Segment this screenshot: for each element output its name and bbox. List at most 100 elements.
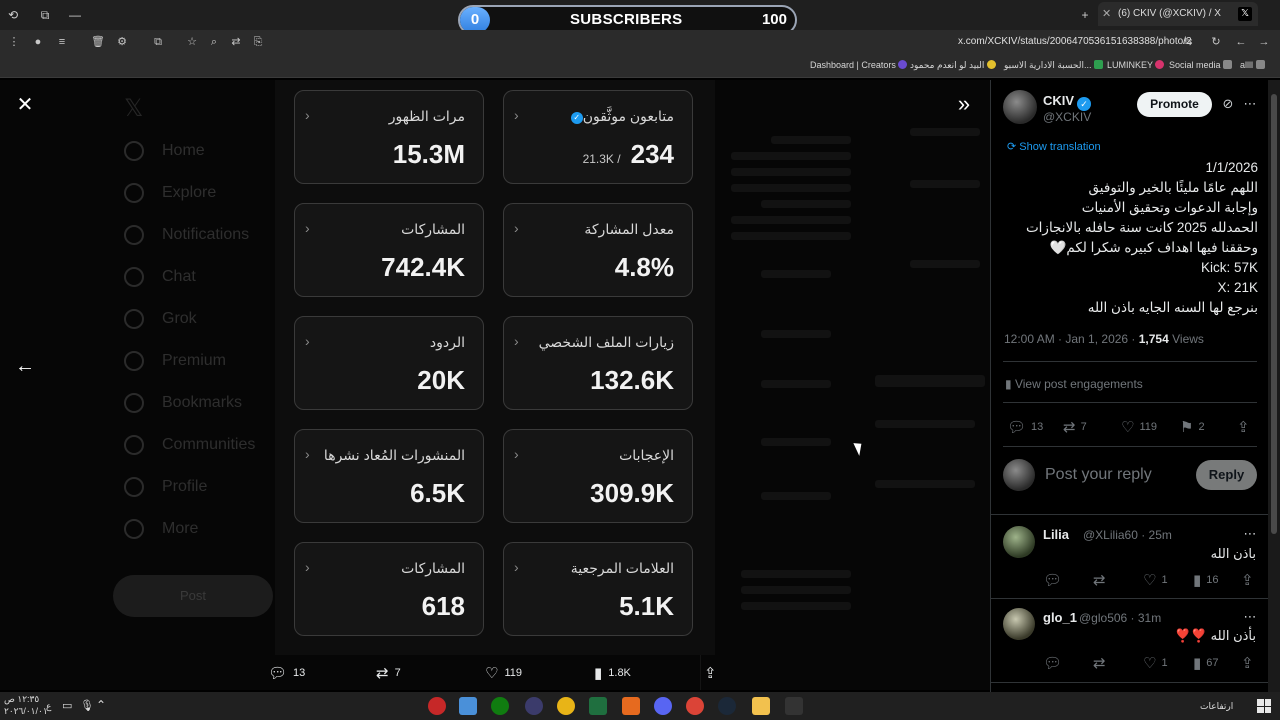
terminal-icon[interactable] [589,697,607,715]
share-icon[interactable]: ⧉ [150,34,166,50]
photo-views-button[interactable]: ▮ 1.8K [594,664,631,682]
like-button[interactable]: ♡ 119 [1121,418,1157,436]
reply-author-name[interactable]: glo_1 [1043,610,1077,625]
star-icon[interactable]: ☆ [184,34,200,50]
author-handle[interactable]: @XCKIV [1043,110,1091,124]
microphone-icon[interactable]: 🎙︎ [80,699,94,712]
photo-reply-button[interactable]: 💬︎ 13 [268,664,305,682]
show-translation-text: Show translation [1019,141,1101,153]
restore-icon[interactable]: ⧉ [36,6,54,24]
bookmark-label: Dashboard | Creators [810,60,896,70]
screenshot-icon[interactable]: ⎘ [250,34,266,50]
reply-author-name[interactable]: Lilia [1043,527,1069,542]
back-tab-icon[interactable]: ⟲ [4,6,22,24]
avatar[interactable] [1003,90,1037,124]
reply-author-handle[interactable]: @XLilia60 · 25m [1083,528,1172,542]
forward-icon[interactable]: → [1256,34,1272,50]
site-settings-icon[interactable]: ⇆ [1180,34,1196,50]
reply-repost-button[interactable]: ⇄ [1093,654,1111,672]
windows-start-icon[interactable] [1257,699,1271,713]
reply-avatar[interactable] [1003,608,1035,640]
stat-label: متابعون موثَّقون✓ [565,108,674,125]
reply-repost-button[interactable]: ⇄ [1093,571,1111,589]
show-translation-link[interactable]: ⟳ Show translation [1007,140,1101,153]
zoom-icon[interactable]: ⌕ [206,34,222,50]
bookmark-allll[interactable]: allll [1240,60,1268,70]
reply-submit-button[interactable]: Reply [1196,460,1257,490]
reload-icon[interactable]: ↻ [1208,34,1224,50]
steam-icon[interactable] [718,697,736,715]
reply-author-handle[interactable]: @glo506 · 31m [1079,611,1161,625]
reply-like-button[interactable]: ♡ 1 [1143,654,1168,672]
discord-icon[interactable] [654,697,672,715]
minimize-icon[interactable]: — [66,6,84,24]
taskbar-time[interactable]: ١٢:٣٥ ص [4,694,39,705]
share-button[interactable]: ⇪ [1237,418,1255,436]
reply-avatar[interactable] [1003,526,1035,558]
weather-widget[interactable]: ارتفاعات [1200,701,1233,712]
puzzle-icon[interactable]: ⚙ [114,34,130,50]
bookmark-dashboard[interactable]: Dashboard | Creators [810,60,910,70]
reply-input[interactable]: Post your reply [1045,466,1152,484]
bookmark-button[interactable]: ⚑ 2 [1180,418,1205,436]
reply-reply-button[interactable]: 💬︎ [1043,571,1067,589]
previous-photo-icon[interactable]: ← [14,355,36,377]
menu-dots-icon[interactable]: ⋮ [6,34,22,50]
photo-like-button[interactable]: ♡ 119 [485,664,522,682]
chrome-icon[interactable] [686,697,704,715]
file-explorer-icon[interactable] [752,697,770,715]
bookmark-social-media[interactable]: Social media [1169,60,1235,70]
promote-button[interactable]: Promote [1137,92,1212,117]
photo-repost-button[interactable]: ⇄ 7 [376,664,401,682]
app-icon-2[interactable] [459,697,477,715]
taskbar-language[interactable]: ع [46,701,51,712]
reply-views-button[interactable]: ▮ 16 [1193,571,1219,589]
author-name[interactable]: CKIV ✓ [1043,93,1092,111]
reply-button[interactable]: 💬︎ 13 [1007,418,1043,436]
taskbar-date[interactable]: ٢٠٢٦/٠١/٠١ [4,706,48,717]
bookmark-label: الحسبة الادارية الاسبو... [1004,60,1092,70]
collapse-panel-icon[interactable]: » [952,93,976,116]
translate-icon[interactable]: ⇄ [228,34,244,50]
browser-tab[interactable]: ✕ (6) CKIV (@XCKIV) / X 𝕏 [1098,2,1258,26]
extensions-icon[interactable]: ≡ [54,34,70,50]
app-icon-7[interactable] [622,697,640,715]
scrollbar[interactable] [1268,80,1280,692]
bookmark-hisba[interactable]: الحسبة الادارية الاسبو... [1004,60,1106,71]
reply-views-button[interactable]: ▮ 67 [1193,654,1219,672]
bookmark-mahmoud[interactable]: البيد لو انعدم محمود [910,60,999,71]
repost-button[interactable]: ⇄ 7 [1063,418,1087,436]
more-options-icon[interactable]: ⋯ [1241,608,1259,626]
app-icon-1[interactable] [428,697,446,715]
back-icon[interactable]: ← [1233,34,1249,50]
app-icon-5[interactable] [557,697,575,715]
trash-icon[interactable]: 🗑 [90,34,106,50]
view-engagements-link[interactable]: ▮ View post engagements [1005,377,1143,391]
grok-icon[interactable]: ⊘ [1219,95,1237,113]
stat-label-text: متابعون موثَّقون [582,108,674,124]
reply-share-button[interactable]: ⇪ [1241,654,1259,672]
bookmark-favicon-icon [1155,60,1165,69]
scrollbar-thumb[interactable] [1271,94,1277,534]
divider [991,682,1268,683]
xbox-icon[interactable] [491,697,509,715]
tray-chevron-icon[interactable]: ⌃ [96,698,106,712]
network-icon[interactable]: ▭ [62,699,72,712]
more-options-icon[interactable]: ⋯ [1241,525,1259,543]
tab-close-icon[interactable]: ✕ [1102,2,1111,26]
more-options-icon[interactable]: ⋯ [1241,95,1259,113]
view-count: 1.8K [608,667,631,679]
url-field[interactable]: x.com/XCKIV/status/2006470536151638388/p… [958,36,1192,47]
reply-reply-button[interactable]: 💬︎ [1043,654,1067,672]
app-icon-12[interactable] [785,697,803,715]
tweet-timestamp[interactable]: 12:00 AM · Jan 1, 2026 · [1004,332,1139,346]
app-icon-4[interactable] [525,697,543,715]
chevron-icon: ‹ [514,333,519,349]
photo-share-button[interactable]: ⇪ [704,664,723,682]
new-tab-icon[interactable]: + [1076,6,1094,24]
bookmark-luminkey[interactable]: LUMINKEY [1107,60,1167,70]
reply-like-button[interactable]: ♡ 1 [1143,571,1168,589]
close-icon[interactable]: ✕ [14,94,36,116]
reply-share-button[interactable]: ⇪ [1241,571,1259,589]
profile-icon[interactable]: ● [30,34,46,50]
